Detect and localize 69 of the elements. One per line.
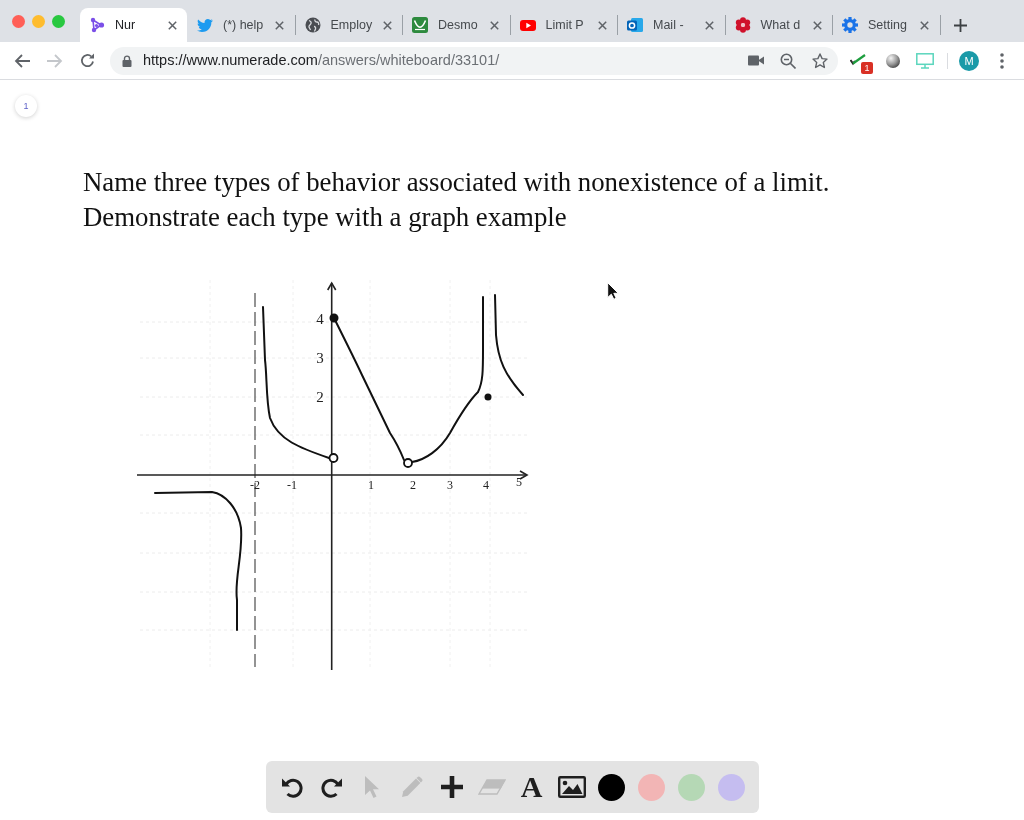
- zoom-out-icon[interactable]: [780, 52, 796, 69]
- close-icon: [490, 20, 499, 30]
- text-tool-button[interactable]: A: [515, 771, 548, 803]
- forward-arrow-icon: [47, 53, 63, 68]
- reload-icon: [79, 53, 95, 68]
- menu-icon: [1000, 52, 1004, 69]
- checkmark-icon: [850, 54, 866, 67]
- filled-dot: [329, 313, 339, 323]
- browser-tab[interactable]: Mail -: [618, 8, 725, 42]
- lock-icon: [122, 54, 132, 67]
- tick-label: 3: [447, 478, 453, 492]
- redo-icon: [320, 776, 343, 798]
- close-icon: [382, 20, 392, 30]
- plus-icon: [954, 18, 967, 32]
- undo-icon: [280, 776, 303, 798]
- logo-icon: [89, 17, 105, 33]
- browser-tab[interactable]: Limit P: [510, 8, 617, 42]
- cursor-icon: [607, 282, 619, 300]
- browser-tab[interactable]: Employ: [295, 8, 402, 42]
- extension-button[interactable]: 1: [844, 46, 872, 75]
- close-icon: [275, 20, 284, 30]
- color-swatch[interactable]: [678, 773, 705, 801]
- color-swatch[interactable]: [718, 773, 745, 801]
- open-circle: [328, 453, 339, 463]
- close-icon: [920, 20, 929, 30]
- browser-tab[interactable]: Setting: [833, 8, 940, 42]
- eraser-icon: [477, 779, 506, 795]
- question-text: Demonstrate each type with a graph example: [83, 201, 567, 234]
- pencil-icon: [400, 776, 423, 798]
- tick-label: 3: [316, 350, 324, 366]
- browser-tab[interactable]: Desmo: [403, 8, 510, 42]
- browser-tab[interactable]: Nur: [80, 8, 187, 42]
- close-icon: [705, 20, 714, 30]
- browser-tab[interactable]: What d: [725, 8, 832, 42]
- flower-icon: [734, 17, 751, 33]
- mail-tile-icon: [627, 17, 643, 33]
- question-text: Name three types of behavior associated with nonexistence of a limit.: [83, 166, 830, 199]
- browser-tab[interactable]: (*) help: [188, 8, 295, 42]
- play-tile-icon: [519, 19, 536, 31]
- open-circle: [403, 458, 413, 468]
- tick-label: 4: [483, 478, 489, 492]
- globe-icon: [304, 17, 321, 33]
- graph-tile-icon: [412, 17, 428, 33]
- bird-icon: [197, 17, 213, 33]
- tick-label: -1: [287, 478, 297, 492]
- filled-dot: [484, 393, 492, 401]
- close-icon: [812, 20, 822, 30]
- address-field[interactable]: https://www.numerade.com/answers/whiteboard/33101/: [110, 46, 838, 75]
- close-icon: [597, 20, 607, 30]
- bookmark-star-icon[interactable]: [812, 52, 828, 69]
- color-swatch[interactable]: [638, 773, 665, 801]
- color-swatch[interactable]: [598, 773, 625, 801]
- tick-label: 4: [316, 311, 324, 327]
- tick-label: 2: [410, 478, 416, 492]
- plus-icon: [440, 776, 463, 798]
- video-camera-icon[interactable]: [748, 55, 764, 66]
- page-number[interactable]: 1: [15, 95, 37, 117]
- settings-icon: [842, 17, 858, 33]
- back-arrow-icon: [14, 53, 30, 68]
- close-icon: [167, 20, 177, 30]
- tick-label: -2: [250, 478, 260, 492]
- pointer-icon: [363, 775, 380, 799]
- monitor-icon: [916, 52, 934, 69]
- notification-badge: 1: [861, 61, 873, 74]
- url-text: https://www.numerade.com/answers/whiteboard/33101/: [143, 50, 500, 70]
- image-icon: [557, 776, 586, 798]
- sphere-icon: [886, 53, 900, 68]
- tick-label: 2: [316, 389, 324, 405]
- tick-label: 1: [368, 478, 374, 492]
